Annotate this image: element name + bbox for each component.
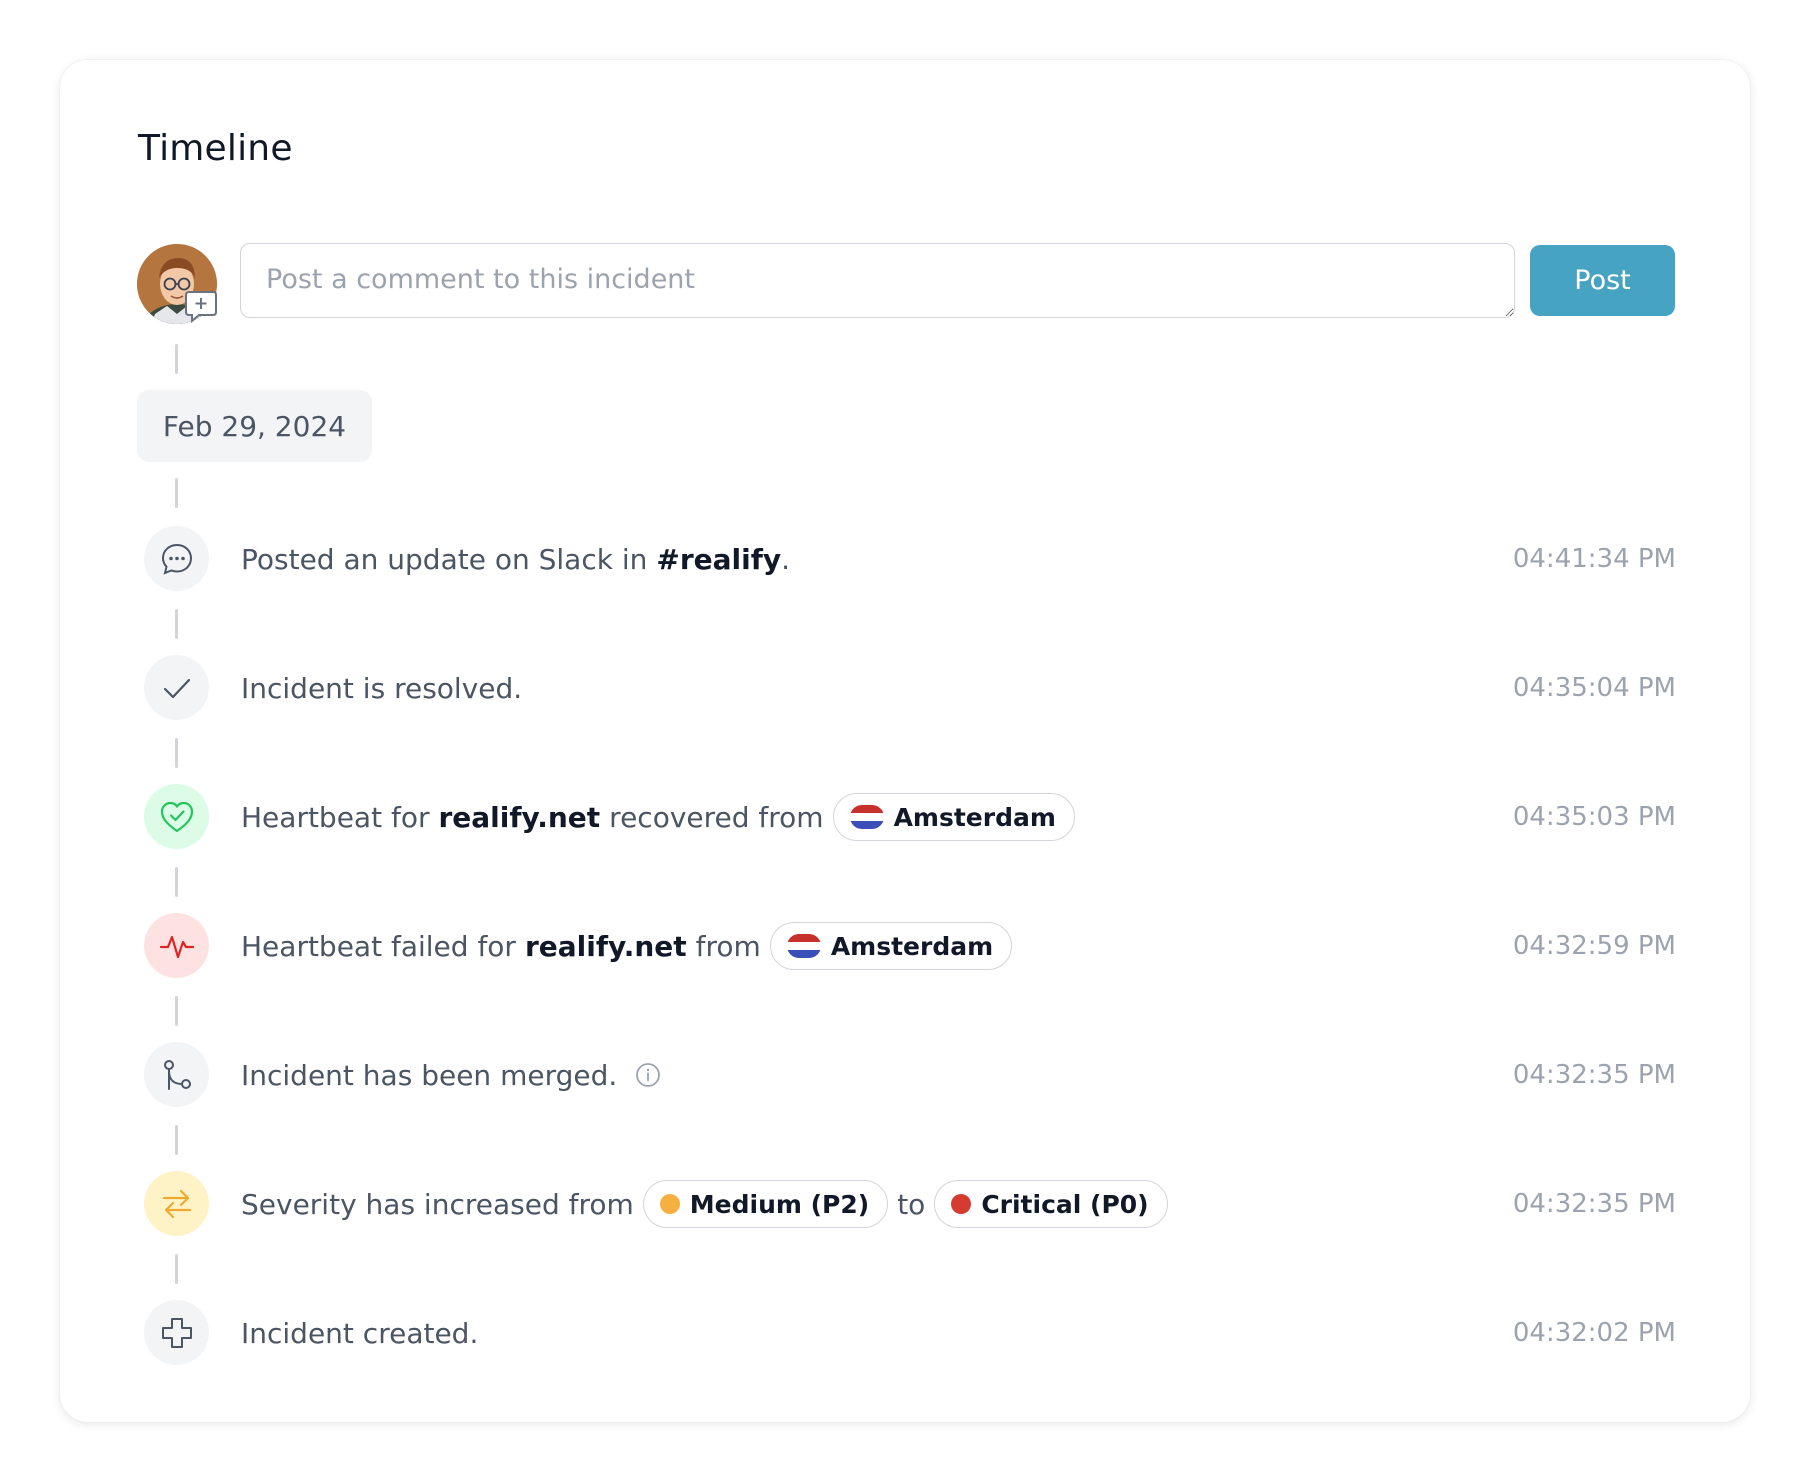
timeline-event: Incident is resolved. 04:35:04 PM	[144, 655, 1676, 721]
slack-channel[interactable]: #realify	[656, 543, 781, 576]
timeline-connector	[175, 996, 178, 1026]
severity-dot	[951, 1194, 972, 1214]
timeline-connector	[175, 609, 178, 639]
user-avatar	[137, 244, 217, 324]
check-icon	[144, 655, 209, 720]
heartbeat-name[interactable]: realify.net	[525, 930, 687, 963]
severity-pill-medium: Medium (P2)	[642, 1180, 889, 1228]
post-button[interactable]: Post	[1530, 245, 1675, 316]
date-chip: Feb 29, 2024	[137, 390, 372, 462]
timeline-title: Timeline	[138, 128, 293, 169]
event-text: Incident is resolved.	[241, 671, 523, 705]
activity-pulse-icon	[144, 913, 209, 978]
timeline-connector	[175, 1254, 178, 1284]
merge-icon	[144, 1042, 209, 1107]
plus-outline-icon	[144, 1300, 209, 1365]
event-text: Incident has been merged.	[241, 1042, 661, 1108]
timeline-connector	[175, 478, 178, 508]
swap-arrows-icon	[144, 1171, 209, 1236]
event-text: Incident created.	[241, 1316, 479, 1350]
location-pill: Amsterdam	[769, 922, 1013, 970]
timeline-event: Severity has increased from Medium (P2) …	[144, 1171, 1676, 1237]
event-text: Heartbeat for realify.net recovered from A…	[241, 784, 1075, 850]
timeline-event: Heartbeat for realify.net recovered from A…	[144, 784, 1676, 850]
event-time: 04:32:35 PM	[1512, 1060, 1676, 1090]
event-time: 04:35:04 PM	[1512, 673, 1676, 703]
timeline-event: Posted an update on Slack in #realify. 04…	[144, 526, 1676, 592]
severity-dot	[659, 1194, 680, 1214]
timeline-connector	[175, 1125, 178, 1155]
event-time: 04:32:02 PM	[1512, 1318, 1676, 1348]
timeline-connector	[175, 867, 178, 897]
chat-bubble-icon	[144, 526, 209, 591]
event-text: Severity has increased from Medium (P2) …	[241, 1171, 1168, 1237]
event-time: 04:35:03 PM	[1512, 802, 1676, 832]
timeline-connector	[175, 344, 178, 374]
event-text: Heartbeat failed for realify.net from Amst…	[241, 913, 1013, 979]
info-icon[interactable]	[635, 1062, 661, 1088]
netherlands-flag-icon	[786, 934, 821, 958]
timeline-event: Incident created. 04:32:02 PM	[144, 1300, 1676, 1366]
location-pill: Amsterdam	[832, 793, 1075, 841]
event-time: 04:32:35 PM	[1512, 1189, 1676, 1219]
add-comment-icon	[183, 288, 219, 324]
event-text: Posted an update on Slack in #realify.	[241, 542, 791, 576]
timeline-event: Incident has been merged. 04:32:35 PM	[144, 1042, 1676, 1108]
netherlands-flag-icon	[849, 805, 884, 829]
timeline-connector	[175, 738, 178, 768]
heart-check-icon	[144, 784, 209, 849]
event-time: 04:41:34 PM	[1512, 544, 1676, 574]
heartbeat-name[interactable]: realify.net	[438, 801, 600, 834]
timeline-event: Heartbeat failed for realify.net from Amst…	[144, 913, 1676, 979]
comment-input[interactable]	[240, 243, 1515, 318]
event-time: 04:32:59 PM	[1512, 931, 1676, 961]
severity-pill-critical: Critical (P0)	[934, 1180, 1168, 1228]
